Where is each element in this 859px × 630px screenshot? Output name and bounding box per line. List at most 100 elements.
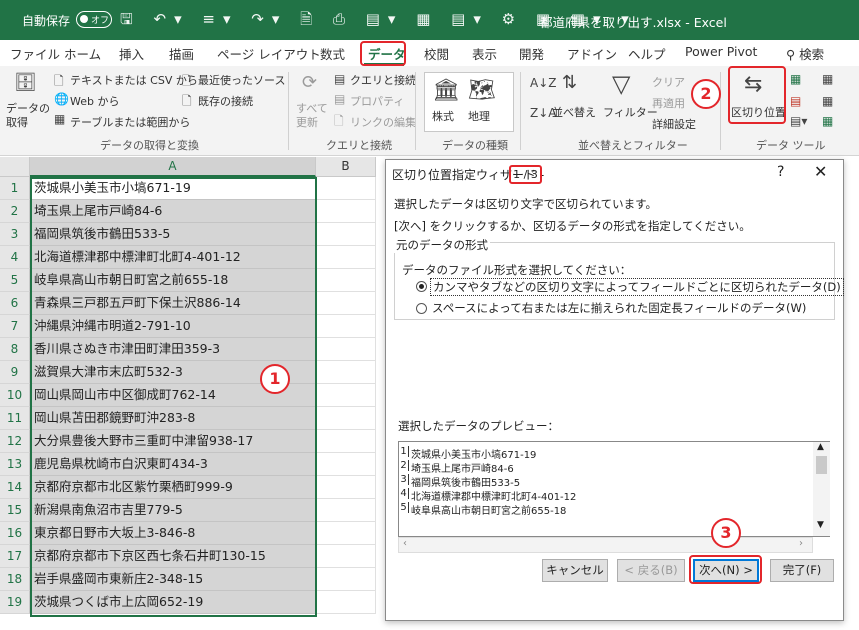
flash-fill-icon[interactable]: ▦	[790, 72, 801, 86]
cell-a[interactable]: 岐阜県高山市朝日町宮之前655-18	[30, 269, 316, 292]
cell-b[interactable]	[316, 545, 376, 568]
row-number[interactable]: 1	[0, 177, 30, 200]
stocks-button[interactable]: 株式	[432, 108, 454, 124]
remove-duplicates-icon[interactable]: ▤	[790, 94, 801, 108]
select-all-corner[interactable]	[0, 157, 30, 177]
cell-b[interactable]	[316, 269, 376, 292]
row-number[interactable]: 3	[0, 223, 30, 246]
cell-a[interactable]: 香川県さぬき市津田町津田359-3	[30, 338, 316, 361]
finish-button[interactable]: 完了(F)	[770, 559, 834, 582]
edit-links-button[interactable]: リンクの編集	[350, 114, 416, 130]
scroll-up-icon[interactable]: ▲	[817, 442, 824, 452]
row-number[interactable]: 9	[0, 361, 30, 384]
sort-button[interactable]: 並べ替え	[552, 104, 596, 120]
cell-b[interactable]	[316, 361, 376, 384]
column-header-b[interactable]: B	[316, 157, 376, 177]
cell-b[interactable]	[316, 246, 376, 269]
cell-b[interactable]	[316, 338, 376, 361]
queries-connections-button[interactable]: クエリと接続	[350, 72, 416, 88]
row-number[interactable]: 17	[0, 545, 30, 568]
tab-review[interactable]: 校閲	[424, 44, 449, 63]
tab-search[interactable]: ⚲ 検索	[786, 44, 824, 63]
scroll-down-icon[interactable]: ▼	[817, 520, 824, 530]
cell-b[interactable]	[316, 499, 376, 522]
cell-b[interactable]	[316, 315, 376, 338]
tab-home[interactable]: ホーム	[64, 44, 101, 63]
help-button[interactable]: ?	[777, 164, 784, 180]
delimited-option-label[interactable]: カンマやタブなどの区切り文字によってフィールドごとに区切られたデータ(D)	[430, 278, 844, 296]
cell-b[interactable]	[316, 453, 376, 476]
tab-help[interactable]: ヘルプ	[628, 44, 666, 63]
cell-a[interactable]: 新潟県南魚沼市吉里779-5	[30, 499, 316, 522]
fixed-width-radio[interactable]	[416, 303, 427, 314]
cell-a[interactable]: 鹿児島県枕崎市白沢東町434-3	[30, 453, 316, 476]
text-csv-button[interactable]: テキストまたは CSV から	[70, 72, 198, 88]
cell-b[interactable]	[316, 384, 376, 407]
from-web-button[interactable]: Web から	[70, 93, 119, 109]
relationships-icon[interactable]: ▦	[822, 94, 833, 108]
close-button[interactable]: ✕	[814, 162, 827, 181]
row-number[interactable]: 4	[0, 246, 30, 269]
cell-a[interactable]: 東京都日野市大坂上3-846-8	[30, 522, 316, 545]
row-number[interactable]: 16	[0, 522, 30, 545]
cell-a[interactable]: 沖縄県沖縄市明道2-791-10	[30, 315, 316, 338]
tab-formulas[interactable]: 数式	[320, 44, 345, 63]
cell-a[interactable]: 岡山県苫田郡鏡野町沖283-8	[30, 407, 316, 430]
cell-a[interactable]: 北海道標津郡中標津町北町4-401-12	[30, 246, 316, 269]
row-number[interactable]: 11	[0, 407, 30, 430]
preview-horizontal-scrollbar[interactable]: ‹ ›	[398, 537, 813, 553]
cell-b[interactable]	[316, 292, 376, 315]
cell-b[interactable]	[316, 177, 376, 200]
row-number[interactable]: 5	[0, 269, 30, 292]
filter-button[interactable]: フィルター	[603, 104, 658, 120]
recent-sources-button[interactable]: 最近使ったソース	[198, 72, 285, 88]
refresh-all-button[interactable]: すべて 更新	[296, 102, 328, 130]
preview-vertical-scrollbar[interactable]: ▲ ▼	[813, 442, 830, 536]
cell-b[interactable]	[316, 591, 376, 614]
cell-a[interactable]: 埼玉県上尾市戸崎84-6	[30, 200, 316, 223]
tab-insert[interactable]: 挿入	[119, 44, 144, 63]
column-header-a[interactable]: A	[30, 157, 316, 177]
properties-button[interactable]: プロパティ	[350, 93, 404, 109]
reapply-button[interactable]: 再適用	[652, 95, 685, 111]
row-number[interactable]: 7	[0, 315, 30, 338]
cell-b[interactable]	[316, 200, 376, 223]
scroll-left-icon[interactable]: ‹	[403, 538, 407, 549]
scroll-thumb[interactable]	[816, 456, 827, 474]
row-number[interactable]: 15	[0, 499, 30, 522]
from-table-button[interactable]: テーブルまたは範囲から	[70, 114, 190, 130]
sort-ascending-icon[interactable]: A↓Z	[530, 76, 556, 90]
row-number[interactable]: 12	[0, 430, 30, 453]
advanced-filter-button[interactable]: 詳細設定	[652, 116, 696, 132]
scroll-right-icon[interactable]: ›	[799, 538, 803, 549]
cell-b[interactable]	[316, 522, 376, 545]
tab-draw[interactable]: 描画	[169, 44, 194, 63]
cancel-button[interactable]: キャンセル	[542, 559, 608, 582]
data-validation-icon[interactable]: ▤▾	[790, 114, 807, 128]
cell-b[interactable]	[316, 476, 376, 499]
row-number[interactable]: 18	[0, 568, 30, 591]
cell-b[interactable]	[316, 223, 376, 246]
row-number[interactable]: 13	[0, 453, 30, 476]
tab-page-layout[interactable]: ページ レイアウト	[217, 44, 321, 63]
cell-a[interactable]: 茨城県小美玉市小塙671-19	[30, 177, 316, 200]
cell-b[interactable]	[316, 430, 376, 453]
cell-a[interactable]: 福岡県筑後市鶴田533-5	[30, 223, 316, 246]
existing-connections-button[interactable]: 既存の接続	[198, 93, 253, 109]
cell-a[interactable]: 京都府京都市北区紫竹栗栖町999-9	[30, 476, 316, 499]
cell-a[interactable]: 茨城県つくば市上広岡652-19	[30, 591, 316, 614]
back-button[interactable]: < 戻る(B)	[617, 559, 685, 582]
row-number[interactable]: 19	[0, 591, 30, 614]
row-number[interactable]: 6	[0, 292, 30, 315]
tab-power-pivot[interactable]: Power Pivot	[685, 44, 757, 59]
autosave-toggle[interactable]: オフ	[76, 11, 112, 28]
row-number[interactable]: 14	[0, 476, 30, 499]
cell-b[interactable]	[316, 407, 376, 430]
geography-button[interactable]: 地理	[468, 108, 490, 124]
cell-b[interactable]	[316, 568, 376, 591]
row-number[interactable]: 10	[0, 384, 30, 407]
delimited-radio[interactable]	[416, 281, 427, 292]
cell-a[interactable]: 岩手県盛岡市東新庄2-348-15	[30, 568, 316, 591]
get-data-button[interactable]: データの 取得	[6, 102, 50, 130]
clear-filter-button[interactable]: クリア	[652, 74, 685, 90]
